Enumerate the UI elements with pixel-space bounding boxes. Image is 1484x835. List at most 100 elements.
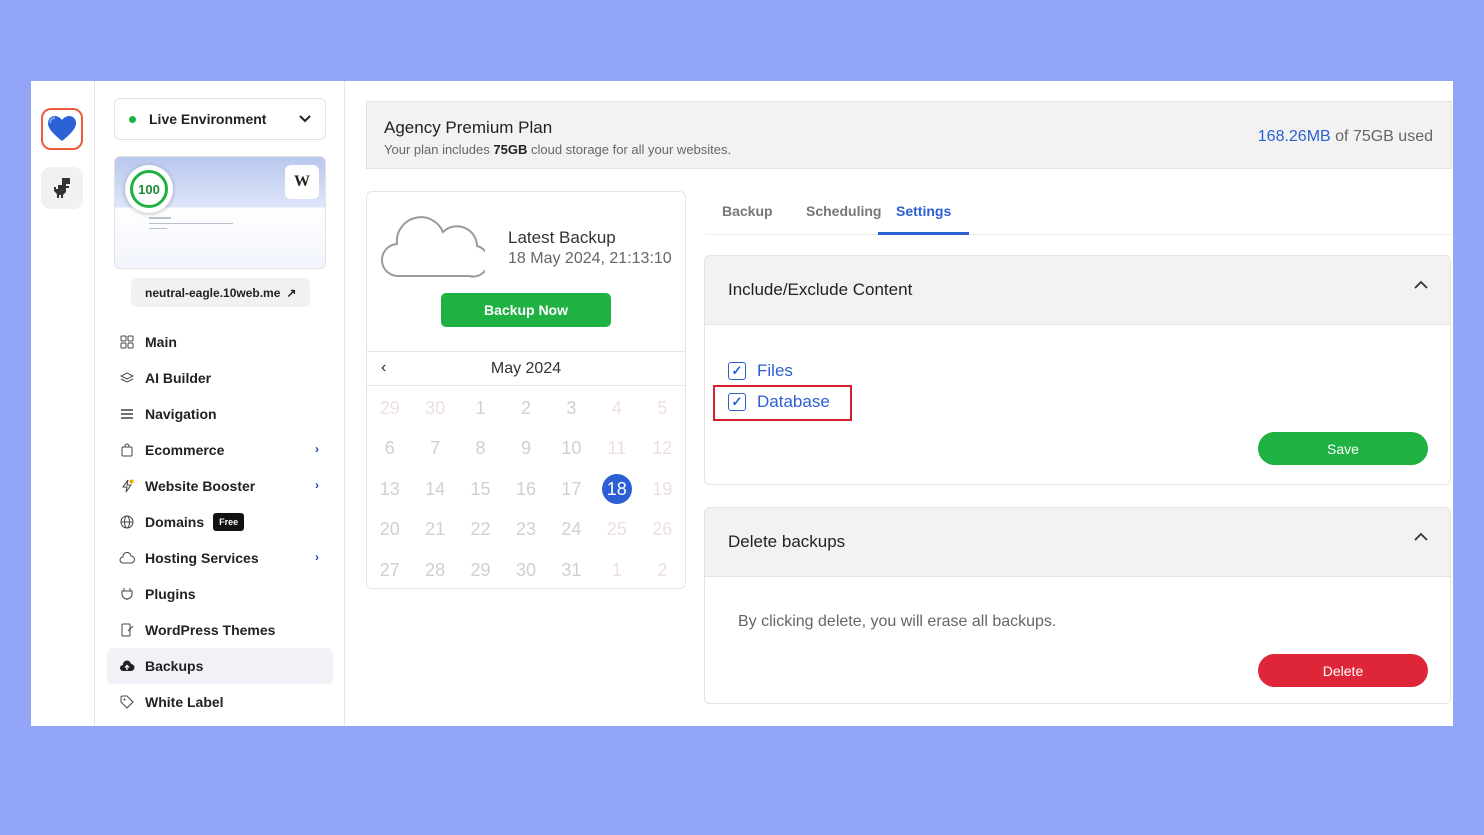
calendar-day[interactable]: 28 (412, 550, 457, 591)
calendar-day-number: 31 (561, 559, 582, 580)
sidebar-item-domains[interactable]: Domains Free (107, 504, 333, 540)
calendar-day[interactable]: 30 (412, 388, 457, 429)
calendar-week: 27 28 29 30 31 1 2 (367, 550, 685, 591)
calendar-header: ‹ May 2024 (367, 351, 685, 386)
include-exclude-header[interactable]: Include/Exclude Content (705, 256, 1450, 325)
calendar-day[interactable]: 27 (367, 550, 412, 591)
chevron-up-icon (1414, 280, 1428, 289)
backup-card: Latest Backup 18 May 2024, 21:13:10 Back… (366, 191, 686, 589)
delete-backups-header[interactable]: Delete backups (705, 508, 1450, 577)
calendar-day[interactable]: 1 (594, 550, 639, 591)
calendar-day[interactable]: 4 (594, 388, 639, 429)
calendar-day[interactable]: 5 (640, 388, 685, 429)
sidebar-nav: Main AI Builder Navigation Ecommerce › W… (107, 324, 333, 720)
sidebar-item-white-label[interactable]: White Label (107, 684, 333, 720)
calendar-day[interactable]: 7 (412, 429, 457, 470)
sidebar-item-label: White Label (145, 694, 224, 710)
storage-usage: 168.26MB of 75GB used (1257, 128, 1433, 145)
chevron-up-icon (1414, 532, 1428, 541)
chevron-left-icon[interactable]: ‹ (381, 359, 386, 377)
calendar-day[interactable]: 22 (458, 510, 503, 551)
cloud-icon (119, 550, 135, 566)
calendar-month: May 2024 (490, 359, 562, 377)
calendar-day[interactable]: 13 (367, 469, 412, 510)
tab-backup[interactable]: Backup (722, 203, 773, 235)
calendar-day[interactable]: 24 (549, 510, 594, 551)
calendar-day[interactable]: 1 (458, 388, 503, 429)
save-button[interactable]: Save (1258, 432, 1428, 465)
calendar-day[interactable]: 30 (503, 550, 548, 591)
sidebar-item-ecommerce[interactable]: Ecommerce › (107, 432, 333, 468)
calendar-day[interactable]: 19 (640, 469, 685, 510)
site-switcher-heart[interactable] (41, 108, 83, 150)
layers-icon (119, 370, 135, 386)
sidebar-item-ai-builder[interactable]: AI Builder (107, 360, 333, 396)
sidebar-item-label: WordPress Themes (145, 622, 276, 638)
calendar-day[interactable]: 9 (503, 429, 548, 470)
calendar-day[interactable]: 14 (412, 469, 457, 510)
calendar-day[interactable]: 11 (594, 429, 639, 470)
sidebar-item-main[interactable]: Main (107, 324, 333, 360)
files-checkbox[interactable]: ✓ Files (728, 361, 793, 381)
calendar-day-number: 29 (470, 559, 491, 580)
sidebar-item-website-booster[interactable]: Website Booster › (107, 468, 333, 504)
panel-title: Include/Exclude Content (728, 280, 913, 299)
calendar-day[interactable]: 25 (594, 510, 639, 551)
calendar-day[interactable]: 3 (549, 388, 594, 429)
external-link-icon: ↗ (286, 285, 297, 300)
calendar-day[interactable]: 17 (549, 469, 594, 510)
domain-link[interactable]: neutral-eagle.10web.me ↗ (131, 278, 311, 307)
calendar-day-number: 29 (379, 397, 400, 418)
environment-select[interactable]: Live Environment (114, 98, 326, 140)
calendar-day[interactable]: 2 (640, 550, 685, 591)
site-preview[interactable]: 100 W (114, 156, 326, 269)
app-window: Live Environment 100 W neutral-eagle.10w… (31, 81, 1453, 726)
backup-now-button[interactable]: Backup Now (441, 293, 611, 327)
latest-backup-label: Latest Backup (508, 228, 616, 247)
calendar-day[interactable]: 21 (412, 510, 457, 551)
calendar-day[interactable]: 2 (503, 388, 548, 429)
calendar-day-number: 6 (384, 438, 395, 459)
calendar-day[interactable]: 8 (458, 429, 503, 470)
sidebar-item-plugins[interactable]: Plugins (107, 576, 333, 612)
cloud-icon (381, 216, 485, 278)
calendar-day-number: 15 (470, 478, 491, 499)
calendar-day[interactable]: 10 (549, 429, 594, 470)
checkbox-check-icon: ✓ (728, 362, 746, 380)
delete-button[interactable]: Delete (1258, 654, 1428, 687)
calendar-day-number: 21 (425, 519, 446, 540)
site-switcher-dino[interactable] (41, 167, 83, 209)
sidebar-item-label: Backups (145, 658, 204, 674)
plan-title: Agency Premium Plan (384, 118, 553, 137)
panel-title: Delete backups (728, 532, 846, 551)
tab-settings[interactable]: Settings (878, 203, 970, 235)
sidebar-item-wordpress-themes[interactable]: WordPress Themes (107, 612, 333, 648)
menu-icon (119, 406, 135, 422)
calendar-day[interactable]: 6 (367, 429, 412, 470)
calendar-day-number: 26 (652, 519, 673, 540)
tab-scheduling[interactable]: Scheduling (806, 203, 881, 235)
wordpress-icon: W (285, 165, 319, 199)
calendar-day[interactable]: 16 (503, 469, 548, 510)
brush-icon (119, 622, 135, 638)
calendar-day[interactable]: 15 (458, 469, 503, 510)
sidebar-item-label: Domains (145, 514, 205, 530)
sidebar-item-hosting-services[interactable]: Hosting Services › (107, 540, 333, 576)
sidebar-item-navigation[interactable]: Navigation (107, 396, 333, 432)
calendar-day[interactable]: 26 (640, 510, 685, 551)
chevron-right-icon: › (315, 442, 319, 456)
calendar-day-number: 17 (561, 478, 582, 499)
calendar-day-number: 19 (652, 478, 673, 499)
calendar-day-number: 7 (430, 438, 441, 459)
calendar-day[interactable]: 29 (458, 550, 503, 591)
calendar-day[interactable]: 12 (640, 429, 685, 470)
calendar-day[interactable]: 20 (367, 510, 412, 551)
calendar-day-number: 24 (561, 519, 582, 540)
calendar-day-selected[interactable]: 18 (594, 469, 639, 510)
calendar-day[interactable]: 23 (503, 510, 548, 551)
sidebar-item-backups[interactable]: Backups (107, 648, 333, 684)
calendar-day[interactable]: 31 (549, 550, 594, 591)
calendar-day[interactable]: 29 (367, 388, 412, 429)
calendar-day-number: 5 (657, 397, 668, 418)
bag-icon (119, 442, 135, 458)
